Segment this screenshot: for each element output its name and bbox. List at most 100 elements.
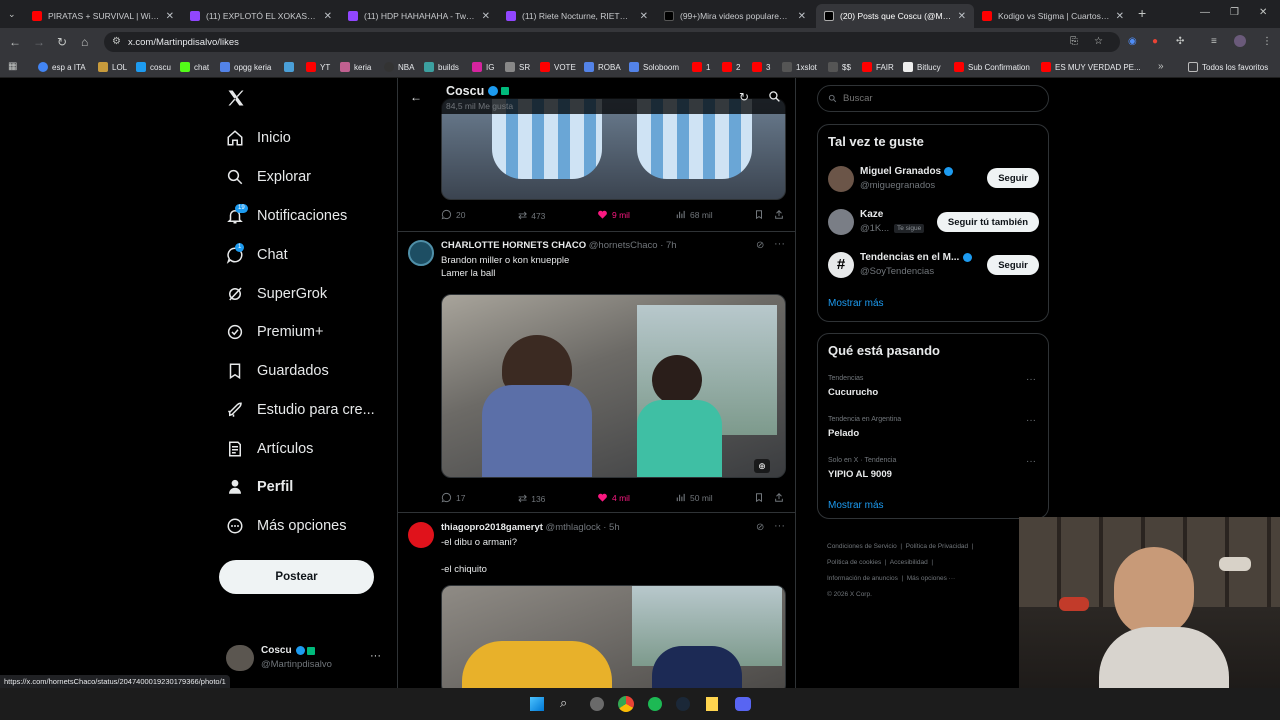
views-action[interactable]: 68 mil [675, 209, 713, 220]
forward-icon[interactable]: → [33, 36, 45, 48]
search-input[interactable] [843, 93, 1033, 104]
tab-strip-icon[interactable]: ≡ [1211, 36, 1217, 48]
close-icon[interactable]: ✕ [640, 11, 648, 22]
address-bar[interactable]: ⚙ x.com/Martinpdisalvo/likes ⎘ ☆ [104, 32, 1120, 52]
bookmark-item[interactable]: opgg keria [220, 60, 271, 74]
nav-perfil[interactable]: Perfil [226, 474, 293, 500]
tab-search-icon[interactable]: ⌄ [8, 8, 16, 20]
post-more-icon[interactable]: ··· [774, 238, 785, 250]
footer-link[interactable]: Información de anuncios [827, 575, 898, 582]
grok-post-icon[interactable]: ⊘ [756, 240, 764, 251]
repost-action[interactable]: ⇄ 473 [518, 209, 545, 222]
nav-supergrok[interactable]: SuperGrok [226, 281, 327, 307]
site-info-icon[interactable]: ⚙ [112, 36, 121, 48]
grok-refresh-icon[interactable]: ↻ [739, 90, 749, 104]
trend-more-icon[interactable]: ··· [1026, 456, 1036, 467]
window-close-icon[interactable]: ✕ [1259, 7, 1267, 19]
user-avatar[interactable] [828, 209, 854, 235]
trend-name[interactable]: Cucurucho [828, 387, 878, 398]
trend-more-icon[interactable]: ··· [1026, 415, 1036, 426]
close-icon[interactable]: ✕ [1116, 11, 1124, 22]
bookmark-item[interactable]: 1xslot [782, 60, 817, 74]
post-more-icon[interactable]: ··· [774, 520, 785, 532]
browser-tab[interactable]: (99+)Mira videos populares se ✕ [656, 4, 814, 28]
header-search-icon[interactable] [768, 90, 781, 106]
nav-guardados[interactable]: Guardados [226, 358, 329, 384]
discord-icon[interactable] [735, 697, 751, 711]
footer-link[interactable]: Política de cookies [827, 559, 881, 566]
suggested-user-name[interactable]: Tendencias en el M... [860, 252, 973, 263]
bookmark-action-icon[interactable] [754, 492, 768, 503]
nav-premium[interactable]: Premium+ [226, 319, 323, 345]
bookmark-item[interactable]: NBA [384, 60, 414, 74]
all-bookmarks-folder[interactable]: Todos los favoritos [1188, 60, 1268, 74]
bookmark-item[interactable]: chat [180, 60, 209, 74]
footer-link[interactable]: Política de Privacidad [906, 543, 969, 550]
close-icon[interactable]: ✕ [482, 11, 490, 22]
browser-tab[interactable]: (11) HDP HAHAHAHA - Twitch ✕ [340, 4, 498, 28]
post-image[interactable] [441, 585, 786, 688]
restore-icon[interactable]: ❐ [1230, 7, 1239, 19]
bookmark-item[interactable]: FAIR [862, 60, 894, 74]
post-button[interactable]: Postear [219, 560, 374, 594]
nav-explorar[interactable]: Explorar [226, 164, 311, 190]
browser-tab[interactable]: (11) EXPLOTÓ EL XOKAS - Twitc✕ [182, 4, 340, 28]
post-image[interactable]: ⊕ [441, 294, 786, 478]
nav-inicio[interactable]: Inicio [226, 125, 291, 151]
minimize-icon[interactable]: — [1200, 7, 1210, 19]
footer-link[interactable]: Más opciones ··· [907, 575, 955, 582]
bookmark-item[interactable]: esp a ITA [38, 60, 86, 74]
close-icon[interactable]: ✕ [324, 11, 332, 22]
steam-icon[interactable] [676, 697, 690, 711]
menu-kebab-icon[interactable]: ⋮ [1262, 36, 1272, 48]
back-arrow-icon[interactable]: ← [410, 90, 422, 104]
bookmark-item[interactable]: ES MUY VERDAD PE... [1041, 60, 1141, 74]
browser-tab-active[interactable]: (20) Posts que Coscu (@Martin ✕ [816, 4, 974, 28]
browser-tab[interactable]: PIRATAS + SURVIVAL | WindRo ✕ [24, 4, 182, 28]
hashtag-avatar-icon[interactable]: # [828, 252, 854, 278]
chrome-icon[interactable] [618, 696, 634, 712]
search-box[interactable] [817, 85, 1049, 112]
footer-link[interactable]: Accesibilidad [890, 559, 928, 566]
repost-action[interactable]: ⇄ 136 [518, 492, 545, 505]
notepad-icon[interactable] [706, 697, 718, 711]
bookmark-item[interactable]: YT [306, 60, 330, 74]
account-avatar[interactable] [226, 645, 254, 671]
share-action-icon[interactable] [774, 492, 788, 503]
follow-button[interactable]: Seguir [987, 255, 1039, 275]
x-logo-icon[interactable] [226, 88, 246, 111]
close-icon[interactable]: ✕ [798, 11, 806, 22]
user-avatar[interactable] [828, 166, 854, 192]
bookmark-item[interactable]: IG [472, 60, 494, 74]
bookmark-item[interactable]: 3 [752, 60, 770, 74]
author-avatar[interactable] [408, 522, 434, 548]
account-name[interactable]: Coscu [261, 645, 315, 656]
follow-back-button[interactable]: Seguir tú también [937, 212, 1039, 232]
author-avatar[interactable] [408, 240, 434, 266]
bookmark-item[interactable]: builds [424, 60, 459, 74]
post-author[interactable]: CHARLOTTE HORNETS CHACO @hornetsChaco · … [441, 240, 677, 251]
extension-icon[interactable]: ◉ [1128, 36, 1137, 48]
reload-icon[interactable]: ↻ [57, 36, 67, 48]
nav-articulos[interactable]: Artículos [226, 436, 313, 462]
bookmark-item[interactable]: Sub Confirmation [954, 60, 1030, 74]
new-tab-icon[interactable]: + [1138, 6, 1146, 20]
bookmark-item[interactable]: keria [340, 60, 371, 74]
views-action[interactable]: 50 mil [675, 492, 713, 503]
bookmark-item[interactable]: SR [505, 60, 530, 74]
bookmark-item[interactable]: 1 [692, 60, 710, 74]
extensions-puzzle-icon[interactable]: ✣ [1176, 36, 1184, 48]
apps-grid-icon[interactable]: ▦ [8, 61, 17, 73]
spotify-icon[interactable] [648, 697, 662, 711]
bookmark-item[interactable]: 2 [722, 60, 740, 74]
show-more-link[interactable]: Mostrar más [828, 298, 884, 309]
trend-more-icon[interactable]: ··· [1026, 374, 1036, 385]
bookmark-item[interactable]: VOTE [540, 60, 576, 74]
like-action[interactable]: 4 mil [597, 492, 630, 503]
nav-notificaciones[interactable]: 19 Notificaciones [226, 203, 347, 229]
bookmark-item[interactable] [284, 60, 298, 74]
chevron-right-icon[interactable]: » [1158, 61, 1164, 73]
install-icon[interactable]: ⎘ [1070, 36, 1078, 48]
bookmark-item[interactable]: coscu [136, 60, 171, 74]
taskbar-search-icon[interactable]: ⌕ [560, 695, 567, 711]
